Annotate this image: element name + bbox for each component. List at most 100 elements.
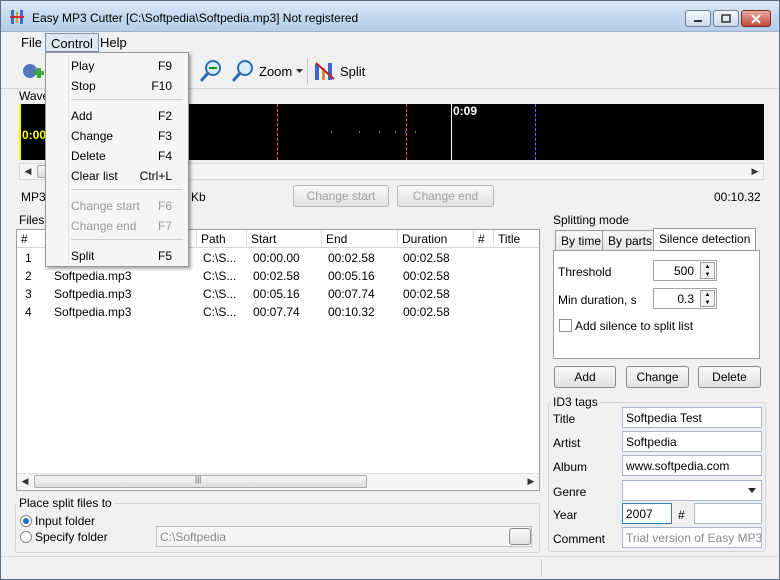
id3-title-input[interactable]: Softpedia Test <box>622 407 762 428</box>
split-marker-1[interactable] <box>277 104 278 160</box>
add-file-button[interactable] <box>21 58 45 84</box>
menu-item-add-shortcut: F2 <box>157 109 172 123</box>
scroll-left-icon[interactable]: ◀ <box>20 164 36 179</box>
table-row[interactable]: 3 Softpedia.mp3 C:\S... 00:05.16 00:07.7… <box>17 285 539 303</box>
title-bar[interactable]: Easy MP3 Cutter [C:\Softpedia\Softpedia.… <box>1 1 779 32</box>
change-start-button[interactable]: Change start <box>293 185 389 207</box>
close-button[interactable] <box>741 10 771 27</box>
tab-by-time[interactable]: By time <box>555 230 608 250</box>
control-menu-dropdown: Play F9 Stop F10 Add F2 Change F3 Delete… <box>45 52 189 267</box>
maximize-button[interactable] <box>713 10 739 27</box>
menu-item-change-end[interactable]: Change end F7 <box>71 216 186 234</box>
scroll-left-icon[interactable]: ◀ <box>17 474 33 489</box>
bitrate-unit-label: Kb <box>191 190 206 204</box>
scroll-right-icon[interactable]: ▶ <box>747 164 763 179</box>
spin-up-icon[interactable]: ▲ <box>701 263 714 271</box>
min-duration-spinner[interactable]: 0.3 ▲ ▼ <box>653 288 717 309</box>
end-marker[interactable] <box>535 104 536 160</box>
place-split-group-label: Place split files to <box>17 496 114 510</box>
chevron-down-icon[interactable] <box>748 488 756 493</box>
split-button[interactable]: Split <box>314 58 365 84</box>
menu-file[interactable]: File <box>16 33 47 52</box>
id3-year-input[interactable]: 2007 <box>622 503 672 524</box>
id3-artist-input[interactable]: Softpedia <box>622 431 762 452</box>
tab-silence-detection[interactable]: Silence detection <box>653 228 757 250</box>
specify-folder-label[interactable]: Specify folder <box>35 530 108 544</box>
id3-artist-label: Artist <box>553 436 581 450</box>
row-path: C:\S... <box>203 251 237 265</box>
specify-folder-radio[interactable] <box>20 531 32 543</box>
app-icon <box>10 10 24 24</box>
id3-album-input[interactable]: www.softpedia.com <box>622 455 762 476</box>
menu-item-clear-list-shortcut: Ctrl+L <box>139 169 172 183</box>
threshold-spinner[interactable]: 500 ▲ ▼ <box>653 260 717 281</box>
column-header-title[interactable]: Title <box>494 230 539 248</box>
status-divider <box>541 559 542 577</box>
column-header-end[interactable]: End <box>322 230 398 248</box>
start-marker[interactable] <box>19 104 21 160</box>
row-number: 3 <box>25 287 32 301</box>
menu-help[interactable]: Help <box>95 33 132 52</box>
cursor-time-label: 0:09 <box>453 104 478 118</box>
id3-year-label: Year <box>553 508 578 522</box>
menu-item-stop[interactable]: Stop F10 <box>71 76 186 94</box>
status-bar <box>1 556 779 579</box>
playback-cursor[interactable] <box>451 104 452 160</box>
browse-folder-button[interactable] <box>509 528 531 545</box>
min-duration-label: Min duration, s <box>558 293 637 307</box>
chevron-down-icon <box>296 68 304 73</box>
spinner-arrows[interactable]: ▲ ▼ <box>700 262 715 279</box>
id3-genre-select[interactable] <box>622 480 762 501</box>
spin-down-icon[interactable]: ▼ <box>701 299 714 307</box>
files-scroll-thumb[interactable]: ||| <box>34 475 367 488</box>
zoom-button[interactable]: Zoom <box>231 58 304 84</box>
menu-item-add[interactable]: Add F2 <box>71 106 186 124</box>
folder-path-value: C:\Softpedia <box>160 530 227 544</box>
spin-down-icon[interactable]: ▼ <box>701 271 714 279</box>
menu-control[interactable]: Control <box>45 33 99 52</box>
input-folder-radio[interactable] <box>20 515 32 527</box>
row-duration: 00:02.58 <box>403 269 450 283</box>
menu-item-play[interactable]: Play F9 <box>71 56 186 74</box>
menu-item-delete-label: Delete <box>71 149 106 163</box>
id3-track-input[interactable] <box>694 503 762 524</box>
change-end-button[interactable]: Change end <box>397 185 494 207</box>
table-row[interactable]: 2 Softpedia.mp3 C:\S... 00:02.58 00:05.1… <box>17 267 539 285</box>
files-list-scrollbar[interactable]: ◀ ||| ▶ <box>17 473 539 490</box>
menu-item-change-start[interactable]: Change start F6 <box>71 196 186 214</box>
table-row[interactable]: 4 Softpedia.mp3 C:\S... 00:07.74 00:10.3… <box>17 303 539 321</box>
folder-path-input[interactable]: C:\Softpedia <box>156 526 532 547</box>
splitting-mode-group-label: Splitting mode <box>551 213 632 227</box>
add-silence-label[interactable]: Add silence to split list <box>575 319 693 333</box>
change-button[interactable]: Change <box>626 366 689 388</box>
id3-album-label: Album <box>553 460 588 474</box>
spinner-arrows[interactable]: ▲ ▼ <box>700 290 715 307</box>
menu-item-change-end-label: Change end <box>71 219 137 233</box>
column-header-start[interactable]: Start <box>247 230 322 248</box>
tab-by-parts[interactable]: By parts <box>602 230 659 250</box>
spin-up-icon[interactable]: ▲ <box>701 291 714 299</box>
add-silence-checkbox[interactable] <box>559 319 572 332</box>
column-header-track[interactable]: # <box>474 230 494 248</box>
scroll-right-icon[interactable]: ▶ <box>523 474 539 489</box>
column-header-number[interactable]: # <box>17 230 47 248</box>
menu-item-split[interactable]: Split F5 <box>71 246 186 264</box>
add-button[interactable]: Add <box>554 366 616 388</box>
id3-comment-input[interactable]: Trial version of Easy MP3 Cu <box>622 527 762 548</box>
menu-gutter <box>68 55 69 264</box>
minimize-button[interactable] <box>685 10 711 27</box>
row-name: Softpedia.mp3 <box>54 287 132 301</box>
row-number: 4 <box>25 305 32 319</box>
row-number: 2 <box>25 269 32 283</box>
row-end: 00:05.16 <box>328 269 375 283</box>
menu-item-delete[interactable]: Delete F4 <box>71 146 186 164</box>
zoom-in-button[interactable] <box>199 58 223 84</box>
column-header-path[interactable]: Path <box>197 230 247 248</box>
menu-item-change[interactable]: Change F3 <box>71 126 186 144</box>
delete-button[interactable]: Delete <box>698 366 761 388</box>
menu-separator <box>71 99 183 100</box>
menu-item-clear-list[interactable]: Clear list Ctrl+L <box>71 166 186 184</box>
input-folder-label[interactable]: Input folder <box>35 514 95 528</box>
files-list[interactable]: # Path Start End Duration # Title 1 C:\S… <box>16 229 540 491</box>
column-header-duration[interactable]: Duration <box>398 230 474 248</box>
